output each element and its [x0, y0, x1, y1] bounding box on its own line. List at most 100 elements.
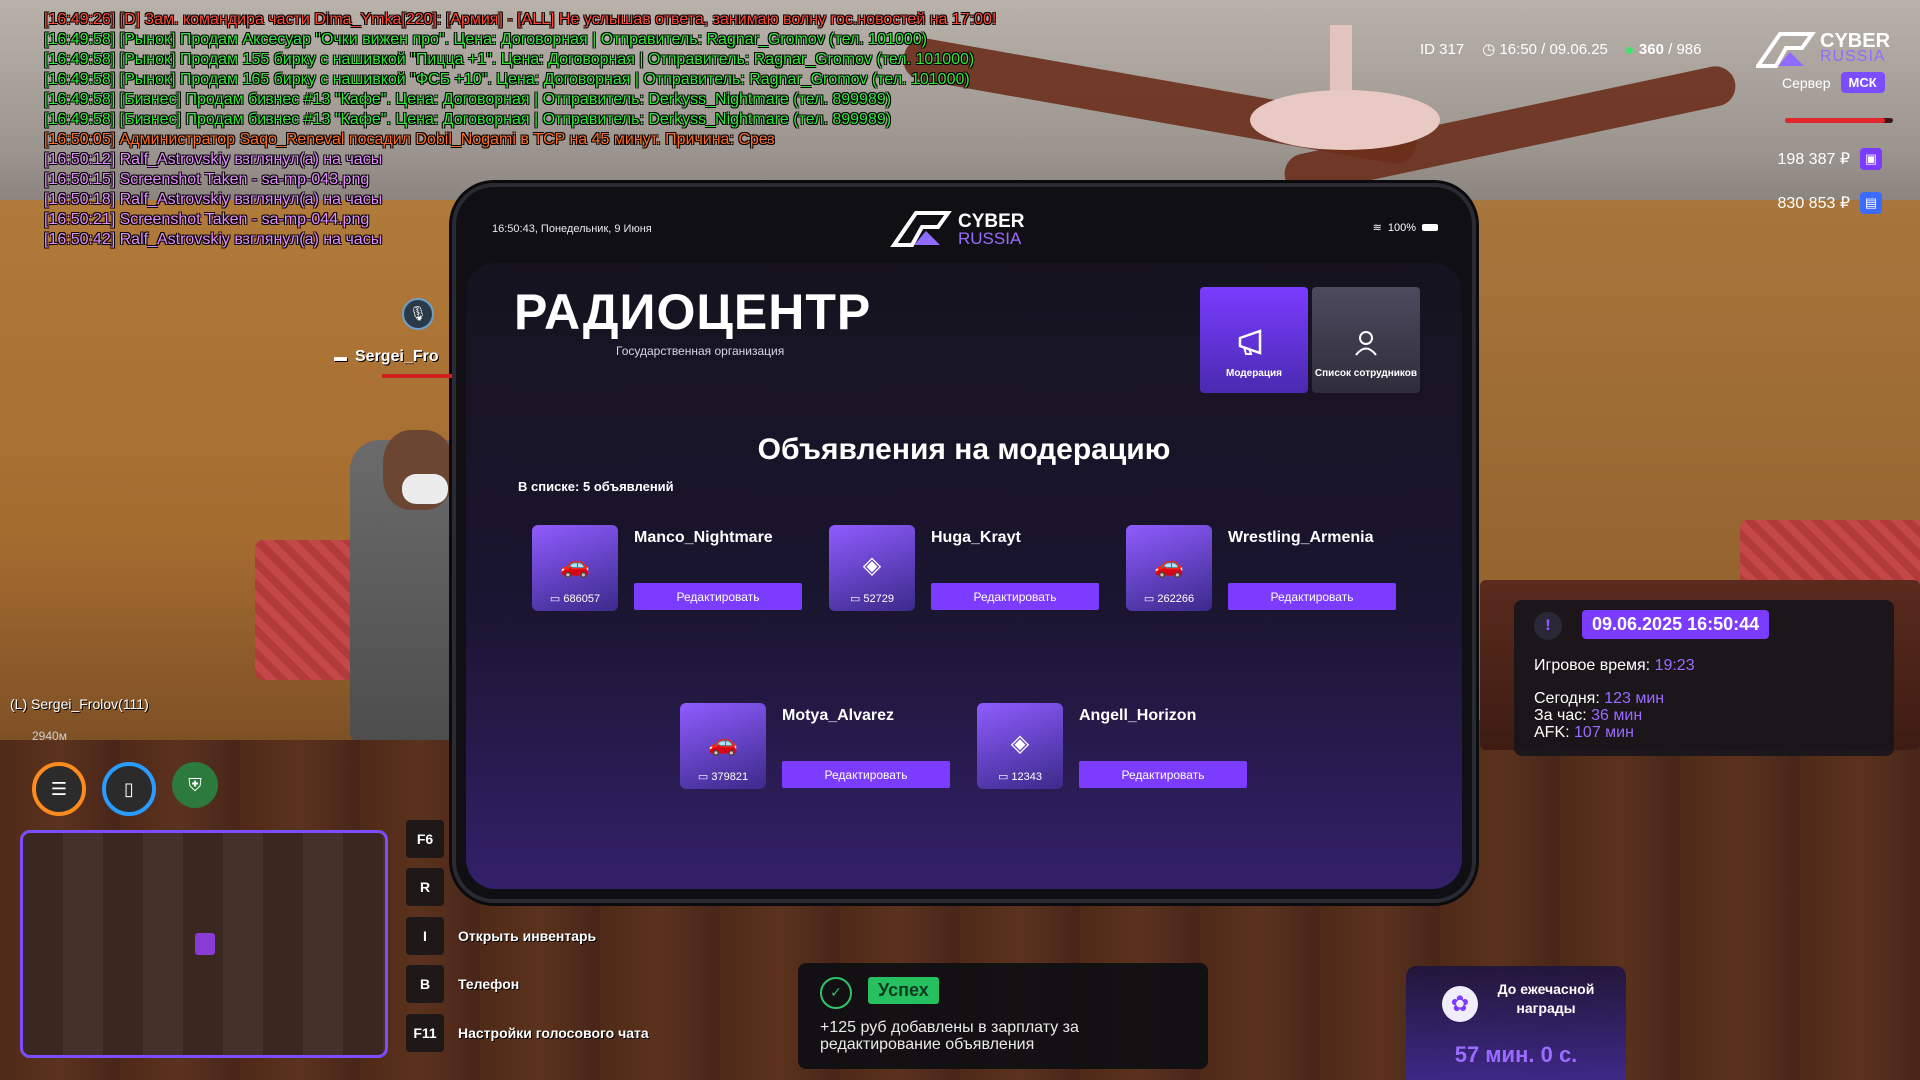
hud-top-bar: ID 317 ◷ 16:50 / 09.06.25 360 / 986	[1420, 40, 1702, 59]
thirst-icon: ▯	[102, 762, 156, 816]
ad-number: ▭ 52729	[829, 592, 915, 605]
ad-thumbnail: 🚗 ▭ 262266	[1126, 525, 1212, 611]
server-label: Сервер	[1782, 74, 1831, 91]
ad-number-text: 12343	[1011, 771, 1043, 783]
ad-number: ▭ 12343	[977, 770, 1063, 783]
clock-icon: ◷	[1482, 41, 1500, 58]
key-hint-label: Настройки голосового чата	[458, 1025, 649, 1041]
notification-toast: ✓ Успех +125 руб добавлены в зарплату за…	[798, 963, 1208, 1069]
employees-tile[interactable]: Список сотрудников	[1312, 287, 1420, 393]
keycap: B	[406, 965, 444, 1003]
ad-number-text: 262266	[1157, 593, 1195, 605]
minimap[interactable]	[20, 830, 388, 1058]
edit-ad-button[interactable]: Редактировать	[1079, 761, 1247, 788]
org-subtitle: Государственная организация	[616, 344, 785, 358]
key-hint-label: Открыть инвентарь	[458, 928, 597, 944]
today-value: 123 мин	[1604, 690, 1665, 707]
id-card-icon: ▭	[697, 771, 712, 783]
ad-card: ◈ ▭ 12343 Angell_Horizon Редактировать	[977, 703, 1267, 793]
info-icon: !	[1534, 612, 1562, 640]
id-card-icon: ▭	[997, 771, 1012, 783]
chat-line: [16:49:58] [Рынок] Продам 165 бирку с на…	[44, 71, 970, 88]
afk-row: AFK: 107 мин	[1534, 724, 1634, 741]
ad-card: ◈ ▭ 52729 Huga_Krayt Редактировать	[829, 525, 1119, 615]
player-nametag-text: Sergei_Fro	[355, 348, 439, 365]
server-indicator: Сервер МСК	[1782, 72, 1885, 93]
ads-count: В списке: 5 объявлений	[518, 479, 674, 494]
money-cash: 198 387 ₽ ▣	[1778, 148, 1882, 170]
edit-ad-button[interactable]: Редактировать	[634, 583, 802, 610]
edit-ad-button[interactable]: Редактировать	[931, 583, 1099, 610]
moderation-tile[interactable]: Модерация	[1200, 287, 1308, 393]
game-time-row: Игровое время: 19:23	[1534, 657, 1695, 674]
money-cash-value: 198 387 ₽	[1777, 151, 1850, 168]
clock-text: 16:50 / 09.06.25	[1499, 41, 1608, 58]
ad-card: 🚗 ▭ 686057 Manco_Nightmare Редактировать	[532, 525, 822, 615]
tablet-device: 16:50:43, Понедельник, 9 Июня ≋ 100% CYB…	[452, 183, 1476, 903]
microphone-icon: 🎙	[402, 298, 434, 330]
section-title: Объявления на модерацию	[757, 433, 1171, 466]
keycap: R	[406, 868, 444, 906]
chat-line: [16:49:26] [D] Зам. командира части Dima…	[44, 11, 997, 28]
diamond-icon: ◈	[1010, 729, 1030, 757]
user-icon	[1355, 331, 1377, 356]
employees-tile-label: Список сотрудников	[1314, 368, 1418, 379]
ad-number-text: 379821	[711, 771, 749, 783]
ad-number: ▭ 686057	[532, 592, 618, 605]
server-badge: МСК	[1840, 72, 1885, 93]
ceiling-fan-rod	[1330, 25, 1352, 100]
ad-card: 🚗 ▭ 262266 Wrestling_Armenia Редактировать	[1126, 525, 1416, 615]
ceiling-fan-hub	[1250, 90, 1440, 150]
ad-card: 🚗 ▭ 379821 Motya_Alvarez Редактировать	[680, 703, 970, 793]
ad-thumbnail: 🚗 ▭ 379821	[680, 703, 766, 789]
key-hint: F6	[406, 820, 458, 858]
chat-line: [16:49:58] [Бизнес] Продам бизнес #13 "К…	[44, 111, 892, 128]
check-icon: ✓	[820, 977, 852, 1009]
logo-word-russia: RUSSIA	[1820, 48, 1886, 65]
reward-text: До ежечасной награды	[1497, 981, 1595, 1016]
online-counter: 360 / 986	[1625, 40, 1702, 58]
chat-line: [16:49:58] [Рынок] Продам Аксесуар "Очки…	[44, 31, 927, 48]
player-nametag: ▬ Sergei_Fro	[334, 348, 439, 366]
moderation-tile-label: Модерация	[1225, 368, 1282, 379]
id-card-icon: ▭	[849, 593, 864, 605]
player-id: ID 317	[1420, 40, 1465, 58]
gift-icon: ✿	[1442, 986, 1478, 1022]
hourly-reward: ✿ До ежечасной награды 57 мин. 0 с.	[1406, 966, 1626, 1080]
id-card-icon: ▭	[549, 593, 564, 605]
money-bank: 830 853 ₽ ▤	[1778, 192, 1882, 214]
clock-readout: ◷ 16:50 / 09.06.25	[1482, 40, 1608, 58]
key-hint: I Открыть инвентарь	[406, 917, 596, 955]
distance-readout: 2940м	[32, 729, 67, 743]
online-dot-icon	[1625, 46, 1633, 54]
chat-line: [16:50:05] Администратор Saqo_Reneval по…	[44, 131, 775, 148]
key-hint: F11 Настройки голосового чата	[406, 1014, 649, 1052]
logo-mark-icon	[890, 211, 952, 247]
hour-value: 36 мин	[1591, 707, 1643, 724]
ad-number-text: 52729	[863, 593, 895, 605]
ad-number-text: 686057	[563, 593, 601, 605]
car-icon: 🚗	[560, 551, 590, 579]
game-time-value: 19:23	[1654, 657, 1695, 674]
edit-ad-button[interactable]: Редактировать	[1228, 583, 1396, 610]
bank-card-icon: ▤	[1860, 192, 1882, 214]
key-hint: B Телефон	[406, 965, 519, 1003]
tablet-logo: CYBER RUSSIA	[890, 209, 1040, 249]
keycap: I	[406, 917, 444, 955]
notification-badge: Успех	[868, 977, 939, 1004]
edit-ad-button[interactable]: Редактировать	[782, 761, 950, 788]
ad-author: Motya_Alvarez	[782, 707, 895, 724]
ad-author: Wrestling_Armenia	[1228, 529, 1374, 546]
game-time-label: Игровое время:	[1534, 657, 1651, 674]
logo-word-russia: RUSSIA	[958, 229, 1022, 248]
key-hint: R	[406, 868, 458, 906]
online-max: / 986	[1668, 40, 1702, 58]
hunger-icon: ☰	[32, 762, 86, 816]
info-datetime: 09.06.2025 16:50:44	[1582, 610, 1770, 639]
battery-icon	[1422, 224, 1438, 231]
afk-value: 107 мин	[1574, 724, 1634, 741]
ad-number: ▭ 379821	[680, 770, 766, 783]
afk-label: AFK:	[1534, 724, 1570, 741]
health-bar	[1785, 118, 1893, 123]
tablet-screen: РАДИОЦЕНТР Государственная организация М…	[466, 263, 1462, 889]
